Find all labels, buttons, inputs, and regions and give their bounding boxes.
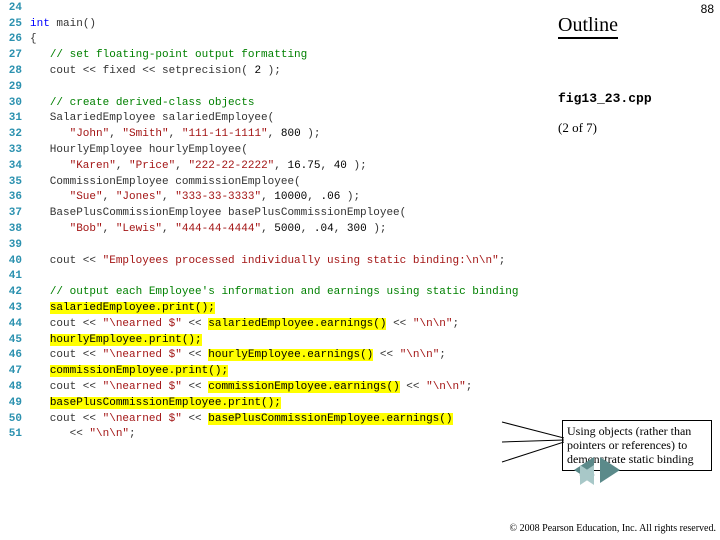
code-line: 26{ xyxy=(0,32,555,48)
code-line: 31 SalariedEmployee salariedEmployee( xyxy=(0,111,555,127)
code-line: 36 "Sue", "Jones", "333-33-3333", 10000,… xyxy=(0,190,555,206)
code-line: 34 "Karen", "Price", "222-22-2222", 16.7… xyxy=(0,158,555,174)
line-number: 49 xyxy=(0,397,30,409)
line-number: 33 xyxy=(0,144,30,156)
code-line: 44 cout << "\nearned $" << salariedEmplo… xyxy=(0,316,555,332)
code-line: 28 cout << fixed << setprecision( 2 ); xyxy=(0,63,555,79)
line-number: 26 xyxy=(0,33,30,45)
code-line: 35 CommissionEmployee commissionEmployee… xyxy=(0,174,555,190)
slide-sidebar: 88 Outline fig13_23.cpp (2 of 7) xyxy=(558,0,718,136)
line-number: 32 xyxy=(0,128,30,140)
code-line: 30 // create derived-class objects xyxy=(0,95,555,111)
line-number: 37 xyxy=(0,207,30,219)
code-text: // set floating-point output formatting xyxy=(30,49,307,61)
code-line: 24 xyxy=(0,0,555,16)
line-number: 25 xyxy=(0,18,30,30)
line-number: 27 xyxy=(0,49,30,61)
code-text: SalariedEmployee salariedEmployee( xyxy=(30,112,274,124)
line-number: 48 xyxy=(0,381,30,393)
line-number: 29 xyxy=(0,81,30,93)
line-number: 24 xyxy=(0,2,30,14)
code-text: hourlyEmployee.print(); xyxy=(30,334,202,346)
code-text: "Sue", "Jones", "333-33-3333", 10000, .0… xyxy=(30,191,360,203)
line-number: 40 xyxy=(0,255,30,267)
callout-arrows xyxy=(500,420,564,476)
code-text: cout << "\nearned $" << commissionEmploy… xyxy=(30,381,472,393)
code-line: 42 // output each Employee's information… xyxy=(0,284,555,300)
copyright-text: © 2008 Pearson Education, Inc. All right… xyxy=(510,523,716,534)
code-text: commissionEmployee.print(); xyxy=(30,365,228,377)
code-line: 38 "Bob", "Lewis", "444-44-4444", 5000, … xyxy=(0,221,555,237)
code-line: 45 hourlyEmployee.print(); xyxy=(0,332,555,348)
line-number: 31 xyxy=(0,112,30,124)
code-line: 50 cout << "\nearned $" << basePlusCommi… xyxy=(0,411,555,427)
code-line: 51 << "\n\n"; xyxy=(0,427,555,443)
outline-heading: Outline xyxy=(558,14,618,39)
code-text: HourlyEmployee hourlyEmployee( xyxy=(30,144,248,156)
code-text: << "\n\n"; xyxy=(30,428,136,440)
code-line: 43 salariedEmployee.print(); xyxy=(0,300,555,316)
line-number: 30 xyxy=(0,97,30,109)
code-line: 27 // set floating-point output formatti… xyxy=(0,47,555,63)
filename-label: fig13_23.cpp xyxy=(558,91,718,106)
code-text: "Karen", "Price", "222-22-2222", 16.75, … xyxy=(30,160,367,172)
code-editor: 2425int main()26{27 // set floating-poin… xyxy=(0,0,555,442)
code-text: // output each Employee's information an… xyxy=(30,286,519,298)
code-line: 33 HourlyEmployee hourlyEmployee( xyxy=(0,142,555,158)
line-number: 43 xyxy=(0,302,30,314)
code-line: 39 xyxy=(0,237,555,253)
code-text: cout << "\nearned $" << basePlusCommissi… xyxy=(30,413,453,425)
code-text: cout << "\nearned $" << salariedEmployee… xyxy=(30,318,459,330)
code-text: cout << "Employees processed individuall… xyxy=(30,255,505,267)
code-line: 29 xyxy=(0,79,555,95)
line-number: 44 xyxy=(0,318,30,330)
code-text: salariedEmployee.print(); xyxy=(30,302,215,314)
next-slide-button[interactable] xyxy=(600,457,620,508)
code-line: 46 cout << "\nearned $" << hourlyEmploye… xyxy=(0,348,555,364)
line-number: 45 xyxy=(0,334,30,346)
code-line: 49 basePlusCommissionEmployee.print(); xyxy=(0,395,555,411)
code-line: 47 commissionEmployee.print(); xyxy=(0,363,555,379)
line-number: 41 xyxy=(0,270,30,282)
code-text: cout << fixed << setprecision( 2 ); xyxy=(30,65,281,77)
line-number: 36 xyxy=(0,191,30,203)
line-number: 34 xyxy=(0,160,30,172)
line-number: 47 xyxy=(0,365,30,377)
code-text: "John", "Smith", "111-11-1111", 800 ); xyxy=(30,128,321,140)
code-line: 25int main() xyxy=(0,16,555,32)
code-line: 32 "John", "Smith", "111-11-1111", 800 )… xyxy=(0,126,555,142)
line-number: 35 xyxy=(0,176,30,188)
line-number: 39 xyxy=(0,239,30,251)
code-line: 37 BasePlusCommissionEmployee basePlusCo… xyxy=(0,205,555,221)
code-text: basePlusCommissionEmployee.print(); xyxy=(30,397,281,409)
line-number: 51 xyxy=(0,428,30,440)
part-label: (2 of 7) xyxy=(558,120,718,136)
code-line: 48 cout << "\nearned $" << commissionEmp… xyxy=(0,379,555,395)
line-number: 38 xyxy=(0,223,30,235)
line-number: 42 xyxy=(0,286,30,298)
code-text: BasePlusCommissionEmployee basePlusCommi… xyxy=(30,207,406,219)
line-number: 28 xyxy=(0,65,30,77)
code-text: cout << "\nearned $" << hourlyEmployee.e… xyxy=(30,349,446,361)
slide-nav xyxy=(574,457,620,508)
code-text: "Bob", "Lewis", "444-44-4444", 5000, .04… xyxy=(30,223,387,235)
code-line: 41 xyxy=(0,269,555,285)
line-number: 46 xyxy=(0,349,30,361)
code-text: // create derived-class objects xyxy=(30,97,254,109)
code-text: { xyxy=(30,33,37,45)
code-text: CommissionEmployee commissionEmployee( xyxy=(30,176,301,188)
line-number: 50 xyxy=(0,413,30,425)
code-line: 40 cout << "Employees processed individu… xyxy=(0,253,555,269)
code-text: int main() xyxy=(30,18,96,30)
page-number: 88 xyxy=(701,2,714,16)
